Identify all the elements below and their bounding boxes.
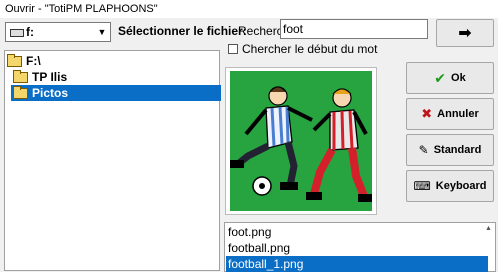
pencil-icon: ✎ — [418, 143, 429, 157]
arrow-right-icon: ➡ — [458, 25, 472, 42]
scroll-up-icon[interactable]: ▲ — [483, 224, 494, 234]
list-item[interactable]: foot.png — [226, 224, 488, 240]
tree-node-drive[interactable]: F:\ — [7, 53, 41, 69]
tree-node-pictos[interactable]: Pictos — [11, 85, 221, 101]
tree-node-label: F:\ — [26, 54, 41, 68]
ok-button[interactable]: ✔ Ok — [406, 62, 494, 94]
check-icon: ✔ — [434, 69, 447, 86]
open-folder-icon — [13, 69, 28, 83]
cancel-label: Annuler — [437, 108, 479, 120]
folder-tree[interactable]: F:\ TP Ilis Pictos — [4, 50, 221, 271]
tree-node-tp-ilis[interactable]: TP Ilis — [13, 69, 67, 85]
list-item[interactable]: football_1.png — [226, 256, 488, 272]
keyboard-icon: ⌨ — [413, 179, 431, 193]
cancel-button[interactable]: ✖ Annuler — [406, 98, 494, 130]
select-file-label: Sélectionner le fichier: — [118, 24, 247, 38]
preview-image — [225, 67, 377, 215]
standard-label: Standard — [433, 144, 482, 156]
drive-icon — [10, 29, 24, 37]
list-item[interactable]: football.png — [226, 240, 488, 256]
open-folder-icon — [7, 53, 22, 67]
drive-value: f: — [26, 25, 34, 39]
search-go-button[interactable]: ➡ — [436, 19, 494, 47]
ok-label: Ok — [451, 72, 466, 84]
file-list[interactable]: foot.png football.png football_1.png — [224, 222, 496, 272]
tree-node-label: Pictos — [32, 86, 69, 100]
word-start-checkbox[interactable] — [228, 44, 238, 54]
football-pictogram — [230, 71, 372, 211]
word-start-label: Chercher le début du mot — [242, 42, 378, 56]
chevron-down-icon[interactable]: ▼ — [94, 23, 110, 41]
window-title: Ouvrir - "TotiPM PLAPHOONS" — [5, 3, 158, 15]
open-folder-icon — [13, 85, 28, 99]
search-input[interactable]: foot — [280, 19, 428, 39]
title-bar: Ouvrir - "TotiPM PLAPHOONS" — [0, 0, 498, 18]
keyboard-label: Keyboard — [435, 180, 487, 192]
keyboard-button[interactable]: ⌨ Keyboard — [406, 170, 494, 202]
close-icon: ✖ — [421, 106, 433, 121]
tree-node-label: TP Ilis — [32, 70, 68, 84]
standard-button[interactable]: ✎ Standard — [406, 134, 494, 166]
drive-select[interactable]: f: ▼ — [5, 22, 111, 42]
